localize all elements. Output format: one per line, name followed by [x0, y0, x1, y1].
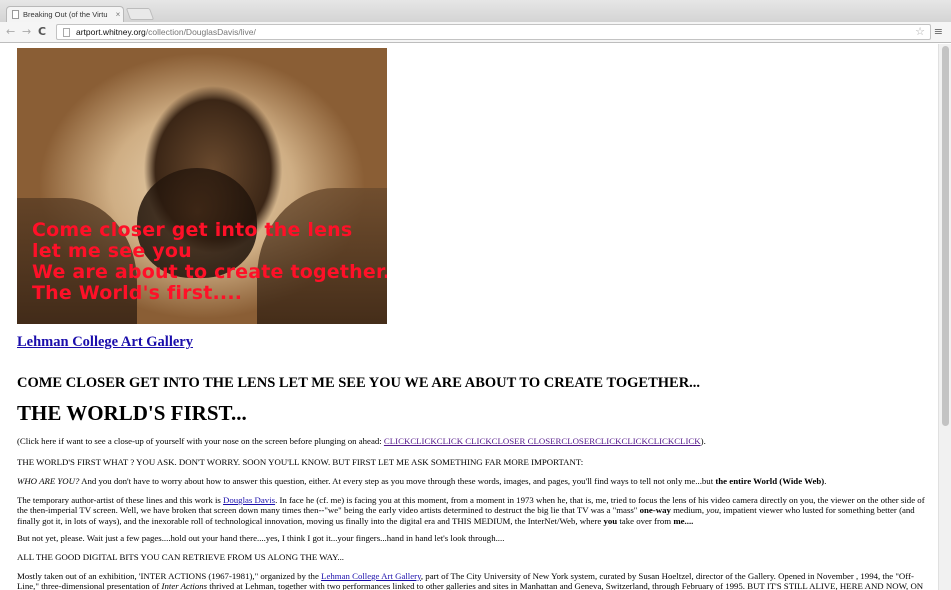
- lehman-gallery-inline-link[interactable]: Lehman College Art Gallery: [321, 571, 421, 581]
- p4-italic-you: you: [706, 505, 720, 516]
- p4-bold-one-way: one-way: [639, 505, 671, 516]
- page-icon: [12, 10, 19, 19]
- click-closer-link[interactable]: CLICKCLICKCLICK CLICKCLOSER CLOSERCLOSER…: [384, 436, 701, 446]
- paragraph-not-yet: But not yet, please. Wait just a few pag…: [17, 533, 505, 543]
- url-path: /collection/DouglasDavis/live/: [145, 27, 256, 37]
- p3-end: .: [824, 476, 827, 486]
- p1-text: (Click here if want to see a close-up of…: [17, 436, 384, 446]
- reload-icon[interactable]: C: [38, 25, 46, 38]
- url-host: artport.whitney.org: [76, 27, 146, 37]
- page-viewport: Come closer get into the lens let me see…: [0, 44, 938, 590]
- who-are-you-lead: WHO ARE YOU?: [17, 476, 80, 486]
- back-arrow-icon[interactable]: ←: [6, 25, 15, 38]
- p4-bold-you: you: [603, 515, 618, 526]
- paragraph-good-digital-bits: ALL THE GOOD DIGITAL BITS YOU CAN RETRIE…: [17, 552, 344, 562]
- close-tab-icon[interactable]: ×: [113, 10, 123, 19]
- p4-e: take over from: [617, 515, 674, 526]
- paragraph-author-artist: The temporary author-artist of these lin…: [17, 495, 932, 526]
- p7-a: Mostly taken out of an exhibition, 'INTE…: [17, 571, 322, 581]
- hero-image: Come closer get into the lens let me see…: [17, 48, 387, 324]
- p4-bold-me: me....: [673, 515, 694, 526]
- vertical-scrollbar[interactable]: [938, 44, 951, 590]
- paragraph-who-are-you: WHO ARE YOU? And you don't have to worry…: [17, 476, 932, 486]
- p7-italic-inter-actions: Inter Actions: [161, 581, 208, 590]
- bookmark-star-icon[interactable]: ☆: [915, 25, 925, 38]
- p4-c: medium,: [670, 505, 707, 516]
- p7-c: thrived at Lehman, together with two per…: [207, 581, 924, 590]
- browser-toolbar: ← → C artport.whitney.org/collection/Dou…: [0, 22, 951, 43]
- menu-icon[interactable]: ≡: [934, 25, 943, 38]
- hero-caption: Come closer get into the lens let me see…: [32, 219, 387, 304]
- douglas-davis-link[interactable]: Douglas Davis: [223, 495, 275, 505]
- tab-strip: Breaking Out (of the Virtu ×: [0, 0, 951, 22]
- p3-bold: the entire World (Wide Web): [715, 476, 825, 486]
- heading-worlds-first: THE WORLD'S FIRST...: [17, 401, 247, 425]
- heading-come-closer: COME CLOSER GET INTO THE LENS LET ME SEE…: [17, 375, 701, 391]
- p3-text: And you don't have to worry about how to…: [79, 476, 716, 486]
- paragraph-inter-actions: Mostly taken out of an exhibition, 'INTE…: [17, 571, 932, 590]
- p1-end: ).: [700, 436, 706, 446]
- p4-a: The temporary author-artist of these lin…: [17, 495, 224, 505]
- tab-title: Breaking Out (of the Virtu: [23, 10, 108, 19]
- paragraph-click-here: (Click here if want to see a close-up of…: [17, 436, 932, 446]
- address-bar[interactable]: artport.whitney.org/collection/DouglasDa…: [56, 24, 931, 40]
- paragraph-worlds-first-what: THE WORLD'S FIRST WHAT ? YOU ASK. DON'T …: [17, 457, 584, 467]
- lehman-gallery-link[interactable]: Lehman College Art Gallery: [17, 334, 193, 351]
- new-tab-button[interactable]: [125, 8, 155, 20]
- page-icon: [63, 27, 70, 37]
- scrollbar-thumb[interactable]: [942, 46, 949, 426]
- tab-breaking-out[interactable]: Breaking Out (of the Virtu ×: [6, 6, 124, 22]
- forward-arrow-icon[interactable]: →: [22, 25, 31, 38]
